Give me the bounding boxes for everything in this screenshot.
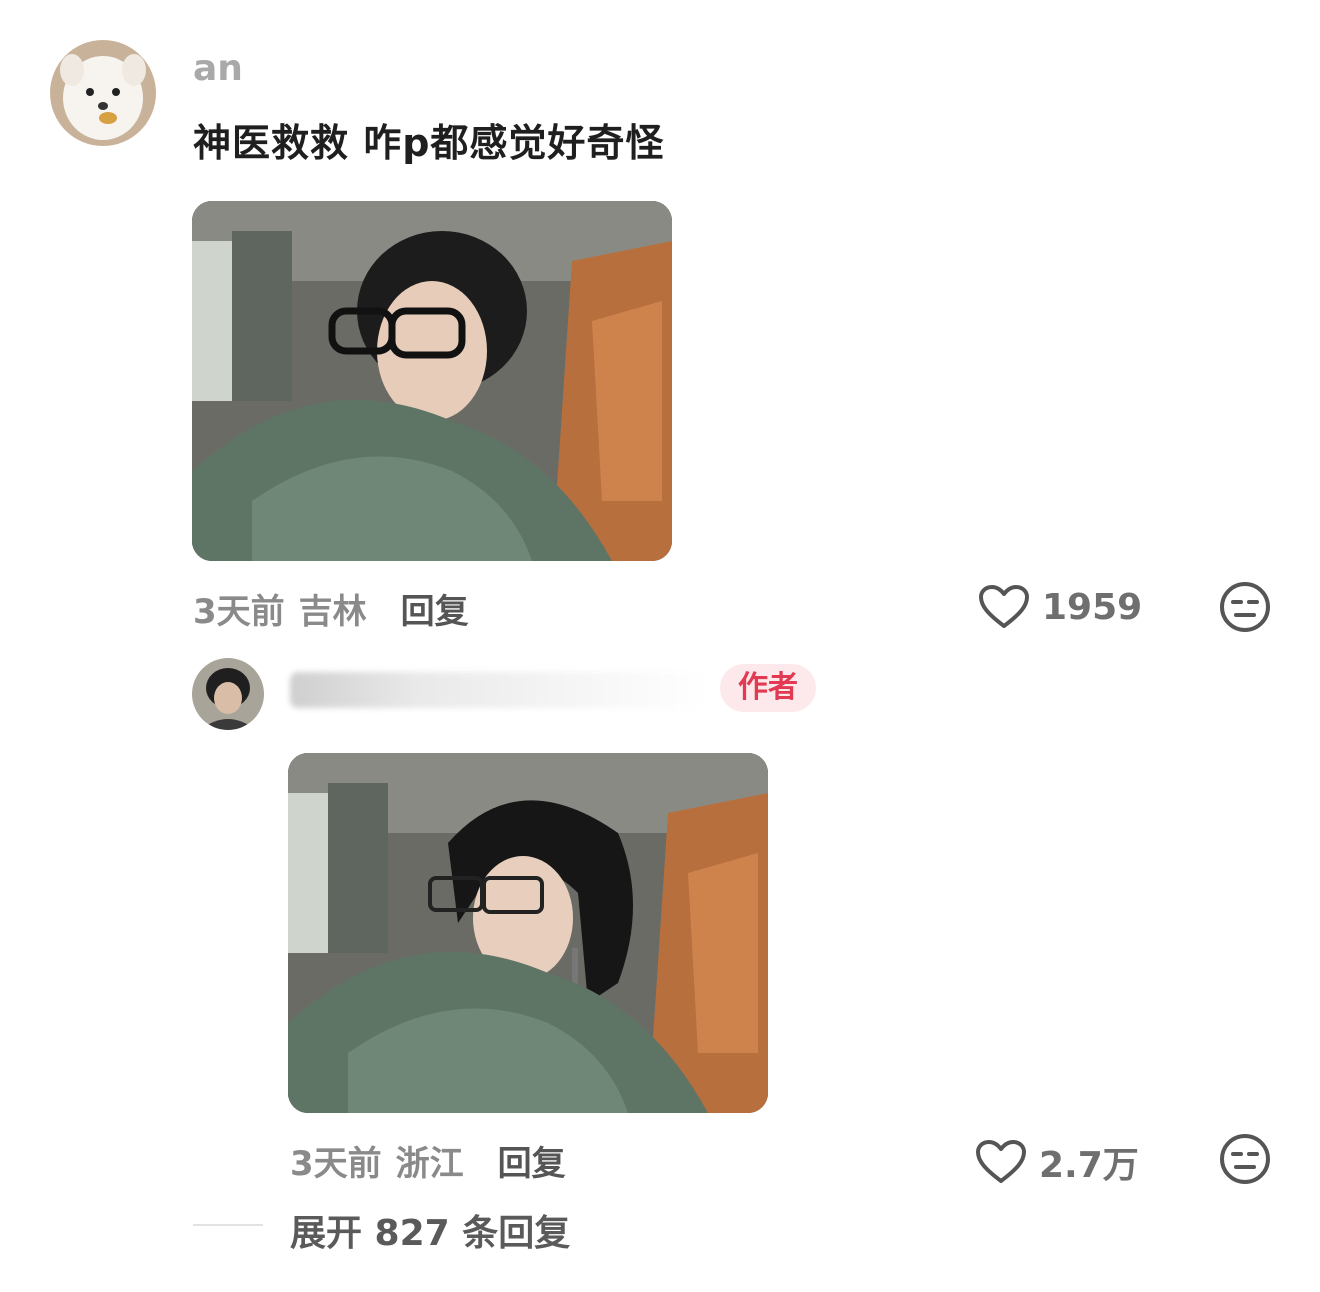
comment-like-button[interactable]: 1959: [978, 584, 1142, 630]
reply-photo[interactable]: [288, 753, 768, 1113]
puppy-avatar-icon: [50, 40, 156, 146]
author-badge: 作者: [720, 664, 816, 712]
reply-like-count: 2.7万: [1039, 1145, 1139, 1186]
expand-divider: [193, 1224, 263, 1226]
reply-location: 浙江: [395, 1144, 464, 1184]
heart-icon: [976, 1140, 1026, 1183]
reaction-button[interactable]: [1218, 580, 1272, 638]
like-count: 1959: [1042, 586, 1143, 628]
comment-location: 吉林: [298, 592, 367, 632]
comment-photo[interactable]: [192, 201, 672, 561]
reply-reply-button[interactable]: 回复: [498, 1136, 566, 1185]
comment-text: 神医救救 咋p都感觉好奇怪: [193, 121, 665, 165]
author-name-redacted: [290, 672, 710, 708]
author-avatar[interactable]: [192, 658, 264, 730]
comment-time: 3天前: [193, 592, 285, 632]
reply-time: 3天前: [290, 1144, 382, 1184]
neutral-face-icon: [1220, 582, 1270, 632]
reply-like-button[interactable]: 2.7万: [975, 1136, 1139, 1188]
reply-reaction-button[interactable]: [1218, 1132, 1272, 1190]
commenter-username[interactable]: an: [193, 48, 243, 89]
neutral-face-icon: [1220, 1134, 1270, 1184]
expand-replies-button[interactable]: 展开 827 条回复: [290, 1204, 570, 1256]
reply-button[interactable]: 回复: [401, 584, 469, 633]
heart-icon: [979, 585, 1029, 628]
comment-meta: 3天前 吉林 回复: [193, 584, 469, 633]
reply-meta: 3天前 浙江 回复: [290, 1136, 566, 1185]
commenter-avatar[interactable]: [50, 40, 156, 146]
person-avatar-icon: [192, 658, 264, 730]
